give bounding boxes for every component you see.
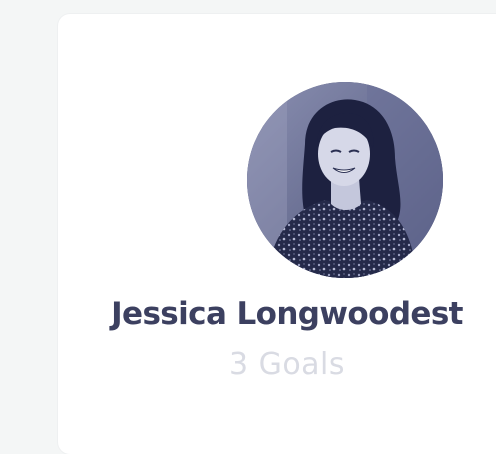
profile-name: Jessica Longwoodest bbox=[111, 296, 463, 332]
goals-count[interactable]: 3 Goals bbox=[0, 347, 496, 382]
profile-photo-icon bbox=[247, 82, 443, 278]
profile-card bbox=[58, 14, 496, 454]
profile-avatar[interactable] bbox=[247, 82, 443, 278]
